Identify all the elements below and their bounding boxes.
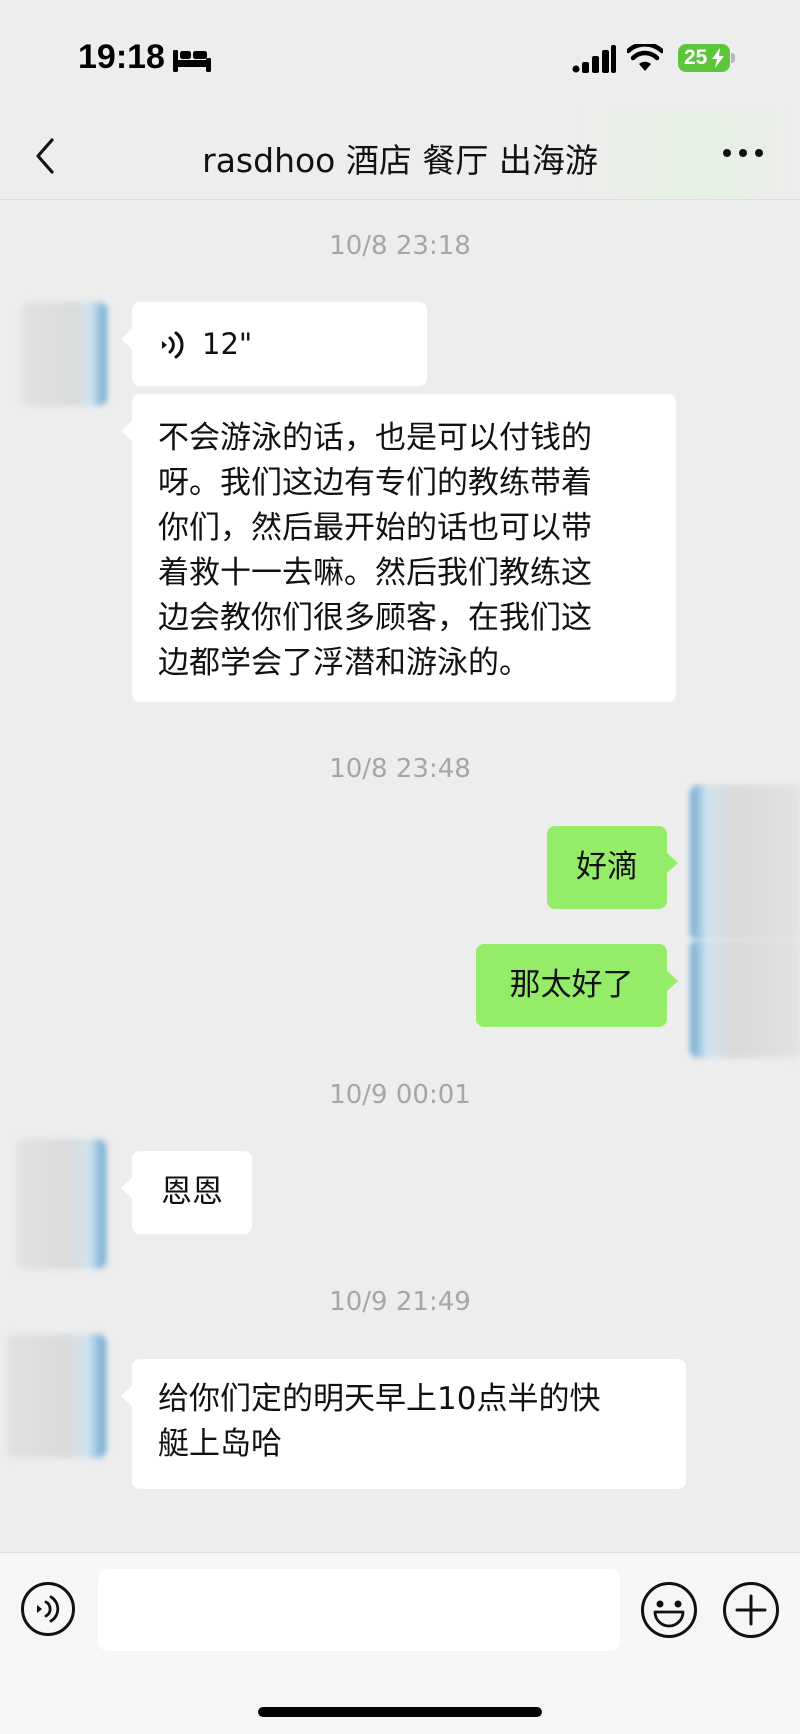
message-text: 好滴 bbox=[576, 849, 638, 885]
voice-input-icon[interactable] bbox=[20, 1581, 76, 1637]
message-line: 你们，然后最开始的话也可以带 bbox=[158, 510, 592, 546]
message-line: 边都学会了浮潜和游泳的。 bbox=[158, 645, 530, 681]
message-input[interactable] bbox=[98, 1569, 620, 1651]
message-text: 那太好了 bbox=[509, 967, 634, 1003]
avatar[interactable] bbox=[16, 1139, 106, 1269]
battery-indicator: 25 bbox=[678, 44, 730, 72]
message-line: 呀。我们这边有专们的教练带着 bbox=[158, 465, 592, 501]
battery-cap bbox=[731, 53, 735, 63]
message-line: 着救十一去嘛。然后我们教练这 bbox=[158, 555, 592, 591]
timestamp: 10/9 00:01 bbox=[329, 1080, 471, 1110]
message-line: 边会教你们很多顾客，在我们这 bbox=[158, 600, 592, 636]
bed-icon bbox=[173, 50, 211, 72]
voice-duration: 12" bbox=[202, 327, 253, 361]
timestamp: 10/8 23:18 bbox=[329, 231, 471, 261]
emoji-icon[interactable] bbox=[640, 1581, 698, 1639]
avatar[interactable] bbox=[6, 1334, 106, 1458]
status-bar: 19:18 25 bbox=[0, 0, 800, 118]
message-line: 给你们定的明天早上10点半的快 bbox=[158, 1381, 601, 1417]
chat-title: rasdhoo 酒店 餐厅 出海游 bbox=[202, 141, 598, 180]
battery-level: 25 bbox=[684, 46, 708, 69]
timestamp: 10/9 21:49 bbox=[329, 1287, 471, 1317]
home-indicator bbox=[258, 1707, 542, 1717]
wifi-icon bbox=[627, 44, 663, 71]
avatar[interactable] bbox=[690, 785, 800, 940]
avatar[interactable] bbox=[21, 302, 107, 406]
charging-bolt-icon bbox=[712, 48, 724, 68]
more-icon[interactable] bbox=[722, 146, 764, 160]
voice-message-icon bbox=[162, 331, 184, 359]
plus-icon[interactable] bbox=[722, 1581, 780, 1639]
message-bubble[interactable]: 给你们定的明天早上10点半的快 艇上岛哈 bbox=[121, 1359, 686, 1489]
message-bubble[interactable]: 那太好了 bbox=[476, 944, 678, 1027]
status-time: 19:18 bbox=[78, 38, 165, 76]
timestamp: 10/8 23:48 bbox=[329, 754, 471, 784]
nav-bar: rasdhoo 酒店 餐厅 出海游 bbox=[0, 110, 800, 200]
message-line: 不会游泳的话，也是可以付钱的 bbox=[158, 420, 592, 456]
message-bubble[interactable]: 好滴 bbox=[547, 826, 678, 909]
message-bubble[interactable]: 不会游泳的话，也是可以付钱的 呀。我们这边有专们的教练带着 你们，然后最开始的话… bbox=[121, 394, 676, 702]
avatar[interactable] bbox=[690, 940, 800, 1058]
message-bubble[interactable]: 恩恩 bbox=[121, 1151, 252, 1234]
message-text: 恩恩 bbox=[161, 1174, 223, 1210]
signal-icon bbox=[572, 45, 616, 73]
voice-message-bubble[interactable]: 12" bbox=[121, 302, 427, 386]
message-line: 艇上岛哈 bbox=[158, 1426, 282, 1462]
